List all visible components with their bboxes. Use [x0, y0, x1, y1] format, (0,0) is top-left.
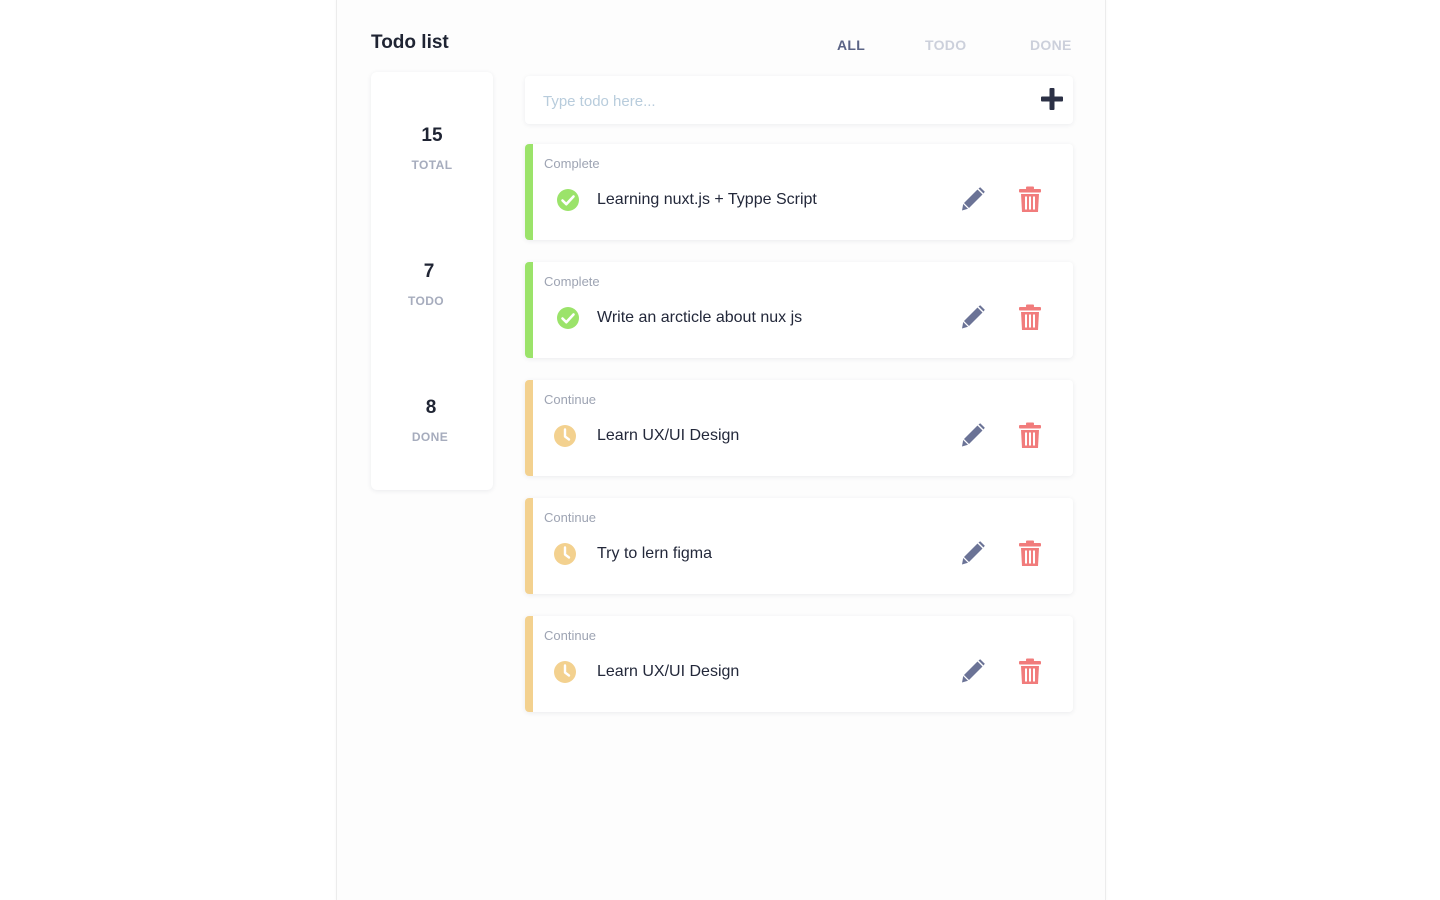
stat-total-label: TOTAL — [411, 158, 453, 172]
todo-list: Complete Learning nuxt.js + Typpe Script — [525, 144, 1073, 734]
edit-button[interactable] — [961, 423, 985, 449]
pencil-icon — [962, 187, 985, 211]
delete-button[interactable] — [1018, 304, 1042, 331]
stat-done-label: DONE — [411, 430, 449, 444]
tab-done[interactable]: DONE — [1030, 37, 1072, 53]
trash-icon — [1019, 422, 1041, 448]
todo-text: Learn UX/UI Design — [597, 427, 740, 444]
todo-item: Continue Try to lern figma — [525, 498, 1073, 594]
stat-done: 8 DONE — [369, 397, 491, 444]
stat-total-value: 15 — [421, 125, 443, 146]
todo-status: Continue — [544, 510, 597, 525]
stat-todo-value: 7 — [423, 261, 435, 282]
todo-text: Write an arcticle about nux js — [597, 309, 803, 326]
edit-button[interactable] — [961, 187, 985, 213]
tab-all[interactable]: ALL — [837, 37, 865, 53]
todo-text: Learn UX/UI Design — [597, 663, 740, 680]
delete-button[interactable] — [1018, 658, 1042, 685]
todo-status: Complete — [544, 156, 600, 171]
add-todo-button[interactable] — [1039, 86, 1065, 112]
clock-icon[interactable] — [553, 542, 577, 566]
delete-button[interactable] — [1018, 186, 1042, 213]
pencil-icon — [962, 541, 985, 565]
status-bar — [525, 144, 533, 240]
status-bar — [525, 262, 533, 358]
stat-todo: 7 TODO — [365, 261, 487, 308]
todo-text: Try to lern figma — [597, 545, 712, 562]
check-circle-icon[interactable] — [556, 306, 580, 330]
delete-button[interactable] — [1018, 540, 1042, 567]
todo-text: Learning nuxt.js + Typpe Script — [597, 191, 817, 208]
status-bar — [525, 380, 533, 476]
filter-tabs: ALL TODO DONE — [337, 37, 1105, 57]
pencil-icon — [962, 305, 985, 329]
pencil-icon — [962, 423, 985, 447]
new-todo-bar — [525, 76, 1073, 124]
todo-status: Continue — [544, 628, 597, 643]
delete-button[interactable] — [1018, 422, 1042, 449]
todo-item: Complete Learning nuxt.js + Typpe Script — [525, 144, 1073, 240]
status-bar — [525, 616, 533, 712]
stat-done-value: 8 — [425, 397, 437, 418]
edit-button[interactable] — [961, 659, 985, 685]
todo-item: Continue Learn UX/UI Design — [525, 616, 1073, 712]
plus-icon — [1041, 88, 1063, 110]
todo-item: Complete Write an arcticle about nux js — [525, 262, 1073, 358]
stats-panel: 15 TOTAL 7 TODO 8 DONE — [371, 72, 493, 490]
clock-icon[interactable] — [553, 424, 577, 448]
pencil-icon — [962, 659, 985, 683]
todo-status: Continue — [544, 392, 597, 407]
status-bar — [525, 498, 533, 594]
clock-icon[interactable] — [553, 660, 577, 684]
stat-todo-label: TODO — [407, 294, 445, 308]
edit-button[interactable] — [961, 305, 985, 331]
trash-icon — [1019, 304, 1041, 330]
trash-icon — [1019, 658, 1041, 684]
check-circle-icon[interactable] — [556, 188, 580, 212]
new-todo-input[interactable] — [543, 90, 1013, 112]
trash-icon — [1019, 540, 1041, 566]
todo-status: Complete — [544, 274, 600, 289]
todo-app: Todo list ALL TODO DONE 15 TOTAL 7 TODO … — [336, 0, 1106, 900]
trash-icon — [1019, 186, 1041, 212]
stat-total: 15 TOTAL — [371, 125, 493, 172]
edit-button[interactable] — [961, 541, 985, 567]
tab-todo[interactable]: TODO — [925, 37, 966, 53]
todo-item: Continue Learn UX/UI Design — [525, 380, 1073, 476]
